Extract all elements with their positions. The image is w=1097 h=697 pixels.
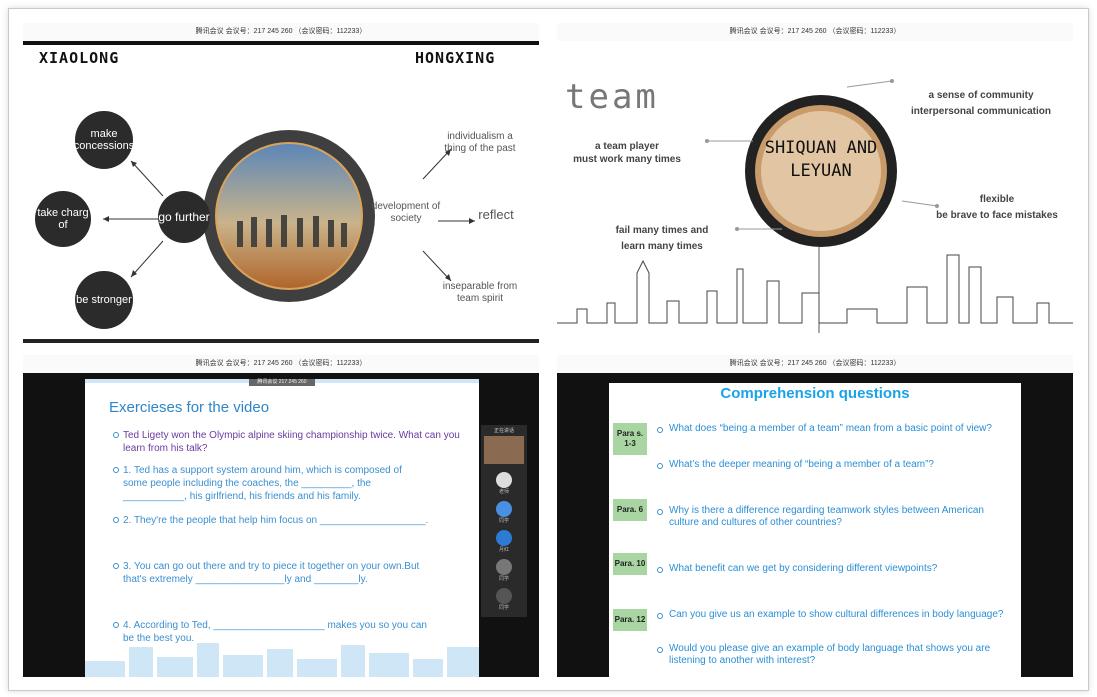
participant-panel-title: 正在讲话 xyxy=(493,428,514,434)
pane-comprehension: 腾讯会议 会议号：217 245 260 （会议密码：112233） Compr… xyxy=(557,355,1073,677)
bullet-icon xyxy=(113,563,119,569)
city-skyline-decoration xyxy=(85,643,479,677)
avatar[interactable] xyxy=(496,472,512,488)
question-4: What benefit can we get by considering d… xyxy=(669,563,938,574)
bullet-icon xyxy=(113,622,119,628)
bubble-go-further: go further xyxy=(158,191,210,243)
para-tag: Para. 12 xyxy=(613,609,647,631)
item2: 2. They're the people that help him focu… xyxy=(123,515,429,526)
pane-xiaolong-hongxing: 腾讯会议 会议号：217 245 260 （会议密码：112233） XIAOL… xyxy=(23,23,539,343)
slide-comprehension: Comprehension questions Para s. 1-3 Para… xyxy=(609,383,1021,677)
item3-line1: 3. You can go out there and try to piece… xyxy=(123,561,420,572)
slide-exercises: 腾讯会议 217 245 260 Exercieses for the vide… xyxy=(85,379,479,677)
pane-exercises: 腾讯会议 会议号：217 245 260 （会议密码：112233） 腾讯会议 … xyxy=(23,355,539,677)
question-5: Can you give us an example to show cultu… xyxy=(669,609,1004,620)
team-word: team xyxy=(565,77,659,117)
item1-line2: some people including the coaches, the _… xyxy=(123,478,371,489)
text-team-player: a team player xyxy=(595,141,659,152)
participant-panel: 正在讲话 老师 同学 月红 同学 同学 xyxy=(481,425,527,617)
bullet-icon xyxy=(113,517,119,523)
mini-meeting-tab: 腾讯会议 217 245 260 xyxy=(249,379,315,386)
text-reflect: reflect xyxy=(478,207,514,222)
bubble-make-concessions: make concessions xyxy=(74,111,134,169)
para-tag: Para. 10 xyxy=(613,553,647,575)
item1-line1: 1. Ted has a support system around him, … xyxy=(123,465,402,476)
bubble-be-stronger: be stronger xyxy=(75,271,133,329)
participant-name: 老师 xyxy=(498,489,509,495)
text-inseparable: inseparable from team spirit xyxy=(442,281,518,304)
item4-line1: 4. According to Ted, ___________________… xyxy=(123,620,427,631)
para-tag: Para s. 1-3 xyxy=(613,423,647,455)
bubble-take-charge: take charg of xyxy=(35,191,91,247)
question-3: Why is there a difference regarding team… xyxy=(669,505,984,528)
question-1: What does “being a member of a team” mea… xyxy=(669,423,992,434)
bullet-icon xyxy=(657,567,663,573)
text-must-work: must work many times xyxy=(573,154,681,165)
avatar[interactable] xyxy=(496,530,512,546)
text-learn-many: learn many times xyxy=(621,241,703,252)
meeting-info-bar: 腾讯会议 会议号：217 245 260 （会议密码：112233） xyxy=(23,355,539,373)
slide-title: Comprehension questions xyxy=(720,385,910,402)
meeting-info-bar: 腾讯会议 会议号：217 245 260 （会议密码：112233） xyxy=(557,355,1073,373)
bullet-icon xyxy=(657,427,663,433)
meeting-info-bar: 腾讯会议 会议号：217 245 260 （会议密码：112233） xyxy=(557,23,1073,41)
text-flexible: flexible xyxy=(979,194,1015,205)
circle-title: SHIQUAN AND LEYUAN xyxy=(764,138,878,181)
bullet-icon xyxy=(113,467,119,473)
text-development-of-society: development of society xyxy=(371,201,441,224)
question-text: Ted Ligety won the Olympic alpine skiing… xyxy=(123,430,460,454)
text-brave: be brave to face mistakes xyxy=(936,210,1058,221)
slide-title: Exercieses for the video xyxy=(109,399,270,416)
text-interpersonal: interpersonal communication xyxy=(910,106,1052,117)
participant-name: 同学 xyxy=(498,518,509,524)
bullet-icon xyxy=(657,509,663,515)
question-6: Would you please give an example of body… xyxy=(669,643,991,666)
bullet-icon xyxy=(657,463,663,469)
text-individualism: individualism a thing of the past xyxy=(444,131,516,154)
para-tag: Para. 6 xyxy=(613,499,647,521)
text-sense-community: a sense of community xyxy=(928,90,1034,101)
slide-go-further: XIAOLONG HONGXING go further make conces… xyxy=(23,41,539,341)
bullet-icon xyxy=(657,613,663,619)
participant-name: 月红 xyxy=(498,547,509,553)
bullet-icon xyxy=(657,647,663,653)
avatar[interactable] xyxy=(496,588,512,604)
bullet-icon xyxy=(113,432,119,438)
question-2: What’s the deeper meaning of “being a me… xyxy=(669,459,934,470)
avatar[interactable] xyxy=(496,559,512,575)
item1-line3: ___________, his girlfriend, his friends… xyxy=(123,491,361,502)
avatar[interactable] xyxy=(496,501,512,517)
meeting-info-bar: 腾讯会议 会议号：217 245 260 （会议密码：112233） xyxy=(23,23,539,41)
text-fail-many: fail many times and xyxy=(615,225,709,236)
participant-name: 同学 xyxy=(498,576,509,582)
pane-team: 腾讯会议 会议号：217 245 260 （会议密码：112233） team … xyxy=(557,23,1073,343)
participant-video[interactable] xyxy=(484,436,524,464)
participant-name: 同学 xyxy=(498,605,509,611)
item3-line2: that's extremely ________________ly and … xyxy=(123,574,368,585)
share-status-bar xyxy=(23,339,539,343)
collage-frame: 腾讯会议 会议号：217 245 260 （会议密码：112233） XIAOL… xyxy=(8,8,1089,691)
